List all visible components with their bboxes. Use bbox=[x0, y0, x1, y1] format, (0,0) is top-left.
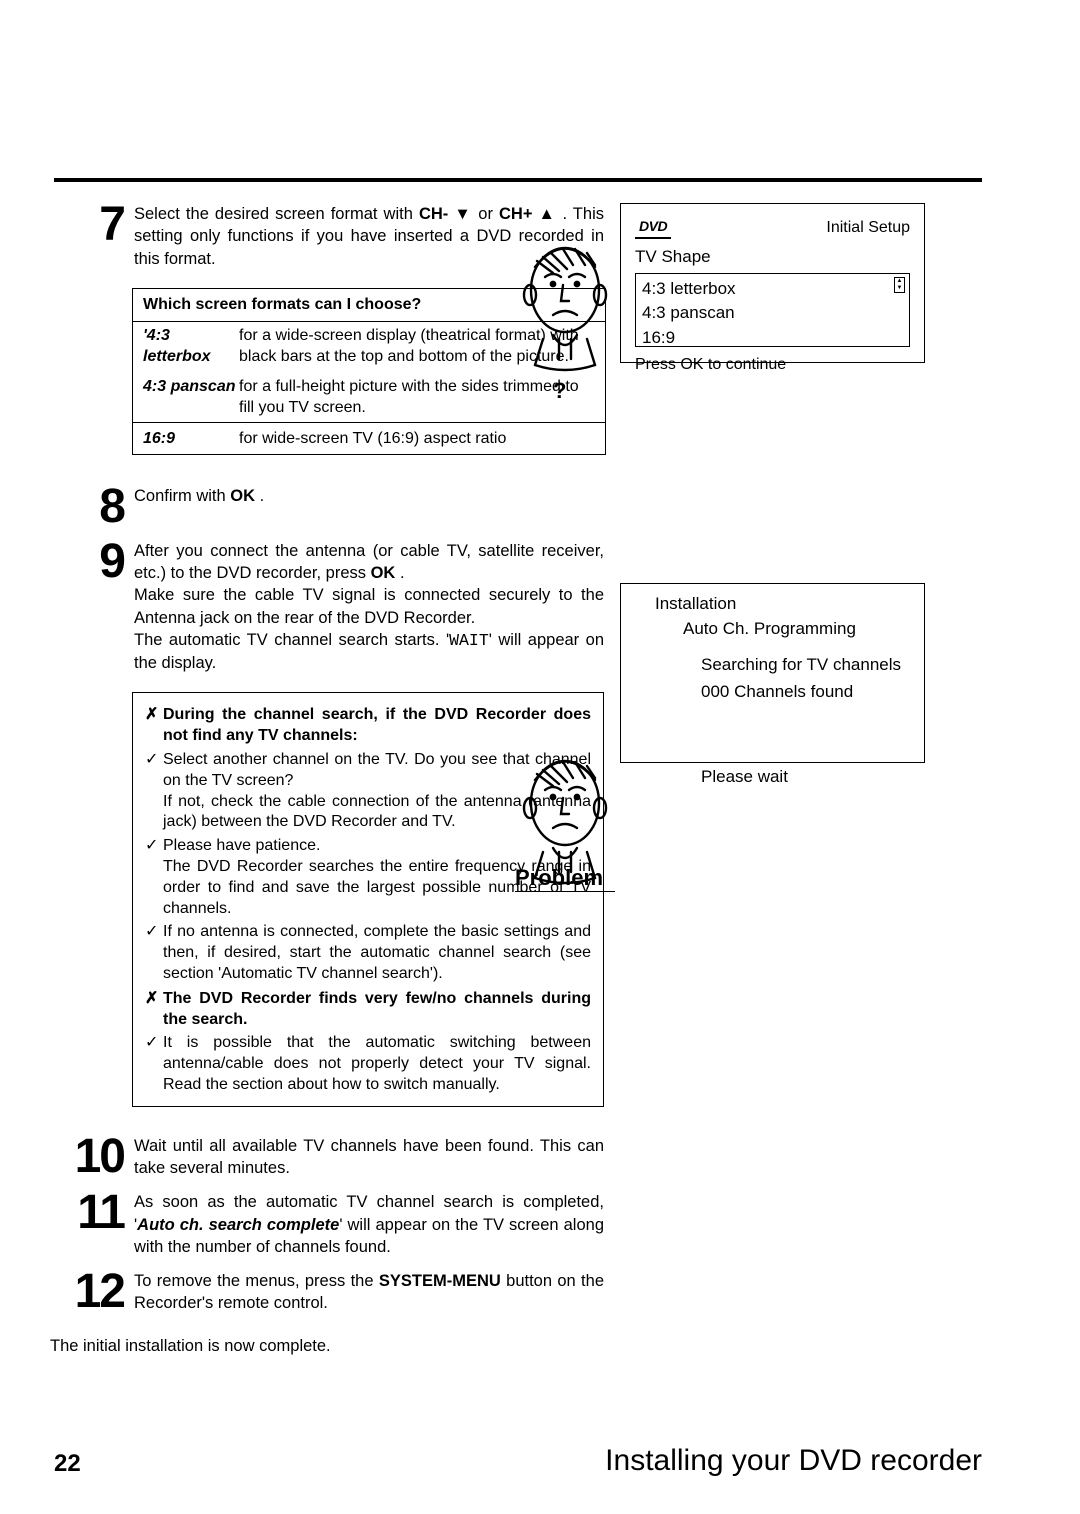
osd-option-list: 4:3 letterbox 4:3 panscan 16:9 bbox=[635, 273, 910, 347]
problem-heading: ✗ The DVD Recorder finds very few/no cha… bbox=[145, 989, 591, 1031]
format-key: 4:3 panscan bbox=[143, 377, 239, 418]
format-desc: for a full-height picture with the sides… bbox=[239, 377, 595, 418]
osd-line: Please wait bbox=[701, 765, 910, 790]
check-icon: ✓ bbox=[145, 922, 163, 984]
step-8: 8 Confirm with OK . bbox=[50, 485, 604, 528]
x-mark-icon: ✗ bbox=[145, 705, 163, 747]
step-number: 10 bbox=[50, 1135, 134, 1178]
osd-option: 4:3 panscan bbox=[642, 301, 903, 326]
system-menu-key: SYSTEM-MENU bbox=[379, 1272, 501, 1290]
step-11: 11 As soon as the automatic TV channel s… bbox=[50, 1191, 604, 1258]
step-number: 7 bbox=[50, 203, 134, 246]
osd-line: Searching for TV channels bbox=[701, 653, 910, 678]
format-key: 16:9 bbox=[143, 429, 239, 449]
step-number: 8 bbox=[50, 485, 134, 528]
osd-line: 000 Channels found bbox=[701, 680, 910, 705]
step-number: 12 bbox=[50, 1270, 134, 1313]
osd-line: Installation bbox=[655, 592, 910, 617]
step-number: 9 bbox=[50, 540, 134, 583]
question-mark-label: ? bbox=[553, 378, 566, 404]
osd-footer: Press OK to continue bbox=[635, 353, 910, 376]
step-text: As soon as the automatic TV channel sear… bbox=[134, 1191, 604, 1258]
ok-key: OK bbox=[371, 564, 396, 582]
osd-option: 4:3 letterbox bbox=[642, 277, 903, 302]
step-number: 11 bbox=[50, 1191, 134, 1234]
osd-initial-setup: DVD Initial Setup TV Shape 4:3 letterbox… bbox=[620, 203, 925, 363]
osd-section-label: TV Shape bbox=[635, 245, 910, 270]
spinner-icon bbox=[894, 277, 905, 293]
down-arrow-icon: ▼ bbox=[448, 205, 472, 223]
format-row: 16:9 for wide-screen TV (16:9) aspect ra… bbox=[133, 422, 605, 453]
divider bbox=[54, 178, 982, 182]
check-icon: ✓ bbox=[145, 750, 163, 792]
ch-minus-key: CH- bbox=[419, 205, 448, 223]
confused-face-icon bbox=[515, 233, 615, 377]
problem-heading: ✗ During the channel search, if the DVD … bbox=[145, 705, 591, 747]
ok-key: OK bbox=[230, 487, 255, 505]
step-text: Wait until all available TV channels hav… bbox=[134, 1135, 604, 1180]
format-desc: for wide-screen TV (16:9) aspect ratio bbox=[239, 429, 595, 449]
page-number: 22 bbox=[54, 1450, 81, 1478]
problem-item: ✓ It is possible that the automatic swit… bbox=[145, 1033, 591, 1095]
osd-auto-programming: Installation Auto Ch. Programming Search… bbox=[620, 583, 925, 763]
check-icon: ✓ bbox=[145, 836, 163, 857]
problem-label: Problem bbox=[515, 865, 615, 892]
dvd-logo-icon: DVD bbox=[635, 216, 671, 238]
format-key: '4:3 letterbox bbox=[143, 326, 239, 367]
osd-line: Auto Ch. Programming bbox=[683, 617, 910, 642]
format-row: 4:3 panscan for a full-height picture wi… bbox=[133, 371, 605, 422]
closing-text: The initial installation is now complete… bbox=[50, 1337, 604, 1356]
osd-title: Initial Setup bbox=[826, 216, 910, 239]
step-text: To remove the menus, press the SYSTEM-ME… bbox=[134, 1270, 604, 1315]
chapter-title: Installing your DVD recorder bbox=[605, 1444, 982, 1478]
check-icon: ✓ bbox=[145, 1033, 163, 1095]
step-10: 10 Wait until all available TV channels … bbox=[50, 1135, 604, 1180]
up-arrow-icon: ▲ bbox=[532, 205, 556, 223]
lcd-text: WAIT bbox=[449, 631, 489, 650]
osd-option: 16:9 bbox=[642, 326, 903, 351]
step-9: 9 After you connect the antenna (or cabl… bbox=[50, 540, 604, 675]
step-12: 12 To remove the menus, press the SYSTEM… bbox=[50, 1270, 604, 1315]
step-text: Confirm with OK . bbox=[134, 485, 604, 507]
step-text: After you connect the antenna (or cable … bbox=[134, 540, 604, 675]
x-mark-icon: ✗ bbox=[145, 989, 163, 1031]
page-footer: 22 Installing your DVD recorder bbox=[54, 1444, 982, 1478]
problem-item: ✓ If no antenna is connected, complete t… bbox=[145, 922, 591, 984]
ch-plus-key: CH+ bbox=[499, 205, 532, 223]
